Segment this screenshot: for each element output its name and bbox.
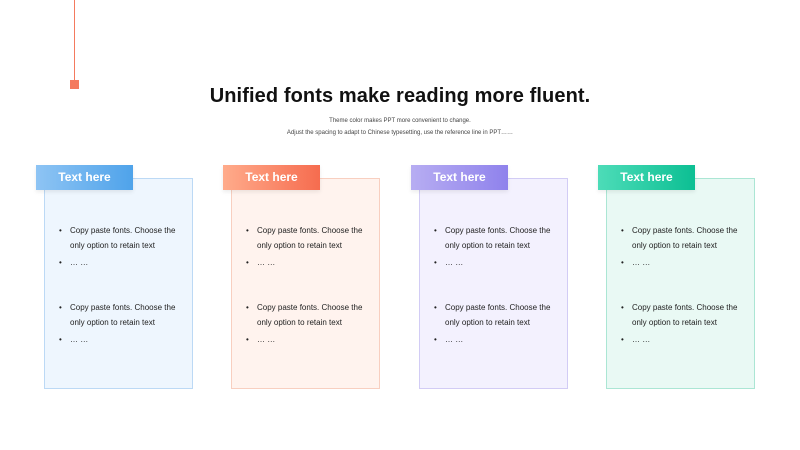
bullet-group-1: Copy paste fonts. Choose the only option… <box>434 223 566 270</box>
card-orange: Text here Copy paste fonts. Choose the o… <box>223 165 383 391</box>
list-item: Copy paste fonts. Choose the only option… <box>434 300 566 330</box>
card-green: Text here Copy paste fonts. Choose the o… <box>598 165 758 391</box>
list-item: … … <box>59 332 191 347</box>
card-body <box>606 178 755 389</box>
bullet-group-2: Copy paste fonts. Choose the only option… <box>621 300 753 347</box>
list-item: … … <box>246 332 378 347</box>
list-item: … … <box>434 332 566 347</box>
page-title: Unified fonts make reading more fluent. <box>209 85 591 107</box>
card-header: Text here <box>36 165 133 190</box>
list-item: … … <box>621 255 753 270</box>
subtitle-line-1: Theme color makes PPT more convenient to… <box>329 118 471 124</box>
bullet-group-2: Copy paste fonts. Choose the only option… <box>59 300 191 347</box>
bullet-group-2: Copy paste fonts. Choose the only option… <box>434 300 566 347</box>
card-header: Text here <box>411 165 508 190</box>
card-body <box>419 178 568 389</box>
list-item: … … <box>246 255 378 270</box>
card-header: Text here <box>598 165 695 190</box>
list-item: Copy paste fonts. Choose the only option… <box>434 223 566 253</box>
decorative-vertical-line <box>74 0 75 80</box>
list-item: Copy paste fonts. Choose the only option… <box>621 223 753 253</box>
subtitle-line-2: Adjust the spacing to adapt to Chinese t… <box>286 130 514 136</box>
bullet-group-1: Copy paste fonts. Choose the only option… <box>246 223 378 270</box>
list-item: Copy paste fonts. Choose the only option… <box>59 223 191 253</box>
bullet-group-2: Copy paste fonts. Choose the only option… <box>246 300 378 347</box>
list-item: … … <box>59 255 191 270</box>
card-purple: Text here Copy paste fonts. Choose the o… <box>411 165 571 391</box>
list-item: Copy paste fonts. Choose the only option… <box>246 223 378 253</box>
card-body <box>44 178 193 389</box>
bullet-group-1: Copy paste fonts. Choose the only option… <box>621 223 753 270</box>
card-header: Text here <box>223 165 320 190</box>
list-item: Copy paste fonts. Choose the only option… <box>59 300 191 330</box>
list-item: Copy paste fonts. Choose the only option… <box>246 300 378 330</box>
card-body <box>231 178 380 389</box>
card-blue: Text here Copy paste fonts. Choose the o… <box>36 165 196 391</box>
list-item: … … <box>434 255 566 270</box>
bullet-group-1: Copy paste fonts. Choose the only option… <box>59 223 191 270</box>
list-item: Copy paste fonts. Choose the only option… <box>621 300 753 330</box>
list-item: … … <box>621 332 753 347</box>
